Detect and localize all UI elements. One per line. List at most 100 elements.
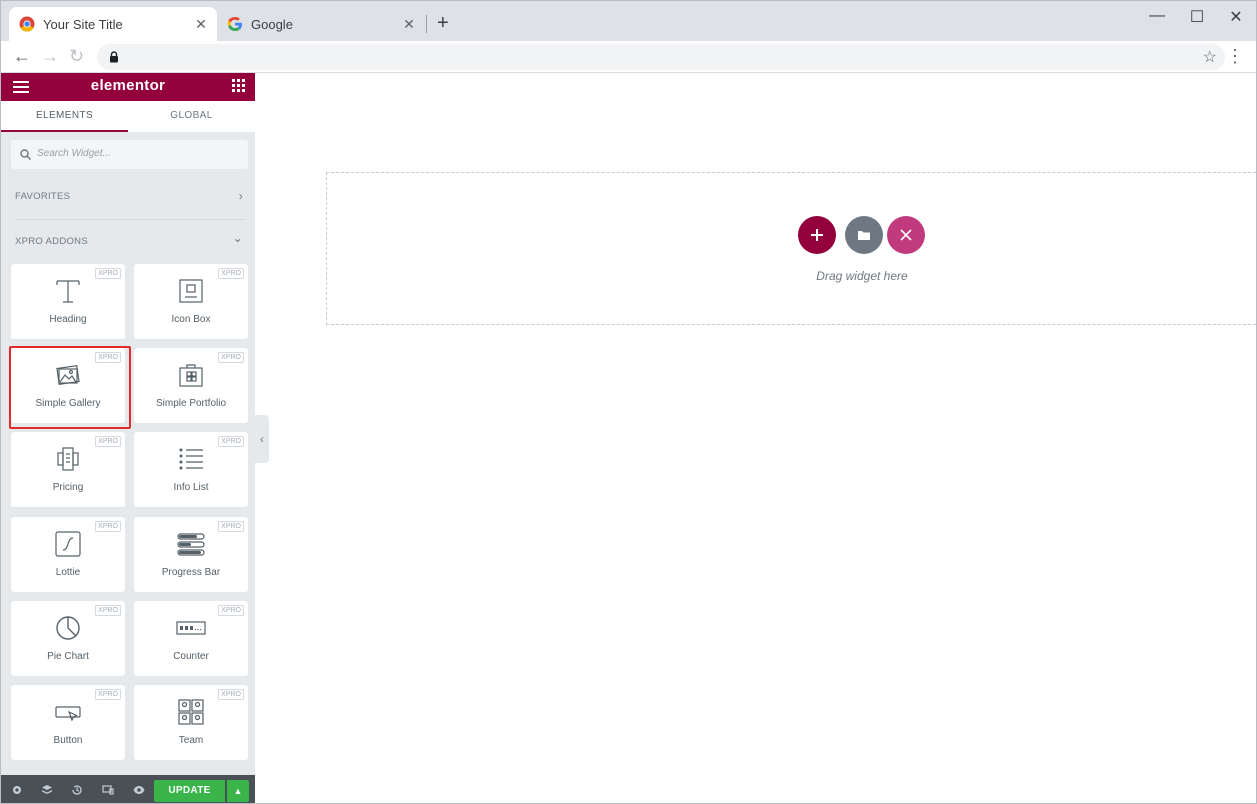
portfolio-icon [179,364,203,387]
browser-window: Your Site Title ✕ Google ✕ + — ☐ ✕ ← → ↻ [0,0,1257,804]
elementor-panel: elementor ELEMENTS GLOBAL Search Widget.… [1,73,255,803]
category-label: XPRO ADDONS [15,236,88,247]
widget-heading[interactable]: XPRO Heading [11,264,125,339]
close-window-button[interactable]: ✕ [1226,7,1246,27]
progress-bar-icon [177,533,205,556]
tab-elements[interactable]: ELEMENTS [1,101,128,132]
tab-strip: Your Site Title ✕ Google ✕ + — ☐ ✕ [1,1,1256,41]
update-button[interactable]: UPDATE [154,780,225,802]
plus-icon [811,229,823,241]
team-icon [178,699,204,725]
widget-label: Info List [173,482,209,493]
tab-your-site-title[interactable]: Your Site Title ✕ [9,7,217,41]
xpro-badge: XPRO [218,521,244,532]
elementor-logo: elementor [90,77,166,94]
reload-button[interactable]: ↻ [69,46,84,66]
widget-pricing[interactable]: XPRO Pricing [11,432,125,507]
widget-icon-box[interactable]: XPRO Icon Box [134,264,248,339]
tab-close-icon[interactable]: ✕ [191,16,211,33]
xpro-templates-button[interactable] [887,216,925,254]
heading-icon [56,280,80,303]
xpro-badge: XPRO [95,689,121,700]
widget-label: Counter [173,651,209,662]
history-icon[interactable] [71,784,83,796]
xpro-badge: XPRO [95,268,121,279]
collapse-panel-chevron-left-icon[interactable]: ‹ [255,415,269,463]
counter-icon [176,621,206,635]
widget-label: Heading [49,314,87,325]
widget-label: Icon Box [171,314,211,325]
xpro-badge: XPRO [218,605,244,616]
search-widget-input[interactable]: Search Widget... [11,140,248,169]
lottie-icon [55,531,81,557]
tab-global[interactable]: GLOBAL [128,101,255,132]
empty-section-dropzone[interactable]: Drag widget here [326,172,1256,325]
search-icon [20,149,31,160]
tab-separator [426,15,427,33]
address-bar[interactable]: ☆ [97,44,1225,70]
search-placeholder: Search Widget... [37,148,111,159]
divider [15,219,245,220]
widget-lottie[interactable]: XPRO Lottie [11,517,125,592]
chevron-right-icon: › [238,189,243,203]
maximize-button[interactable]: ☐ [1187,7,1207,27]
widget-simple-gallery[interactable]: XPRO Simple Gallery [9,346,131,429]
category-xpro-addons[interactable]: XPRO ADDONS ⌄ [15,231,245,247]
xpro-badge: XPRO [95,352,121,363]
xpro-badge: XPRO [218,436,244,447]
tab-close-icon[interactable]: ✕ [399,16,419,33]
xpro-badge: XPRO [95,605,121,616]
chrome-icon [19,16,35,32]
update-options-chevron-up-icon[interactable]: ▲ [227,780,249,802]
bookmark-star-icon[interactable]: ☆ [1203,47,1217,67]
preview-eye-icon[interactable] [133,784,145,796]
icon-box-icon [179,279,203,303]
gallery-icon [56,365,80,385]
widget-label: Button [53,735,83,746]
chevron-down-icon: ⌄ [232,231,243,245]
panel-footer: UPDATE ▲ [1,775,255,803]
widget-label: Pricing [52,482,84,493]
minimize-button[interactable]: — [1147,7,1167,25]
category-label: FAVORITES [15,191,71,202]
info-list-icon [179,448,203,470]
google-icon [227,17,242,31]
xpro-badge: XPRO [218,352,244,363]
add-section-button[interactable] [798,216,836,254]
pricing-icon [57,447,79,471]
forward-button[interactable]: → [41,46,59,66]
widget-simple-portfolio[interactable]: XPRO Simple Portfolio [134,348,248,423]
widget-label: Progress Bar [161,567,221,578]
new-tab-button[interactable]: + [437,13,449,33]
widget-team[interactable]: XPRO Team [134,685,248,760]
xpro-badge: XPRO [218,689,244,700]
xpro-badge: XPRO [218,268,244,279]
back-button[interactable]: ← [13,46,31,66]
widget-progress-bar[interactable]: XPRO Progress Bar [134,517,248,592]
category-favorites[interactable]: FAVORITES › [15,189,245,203]
widget-label: Lottie [55,567,81,578]
widgets-grid-icon[interactable] [232,79,245,92]
tab-google[interactable]: Google ✕ [217,7,425,41]
browser-toolbar: ← → ↻ ☆ ⋮ [1,41,1256,73]
tab-title: Google [251,16,293,32]
panel-header: elementor [1,73,255,101]
settings-icon[interactable] [11,784,23,796]
drag-widget-hint: Drag widget here [816,269,908,283]
xpro-badge: XPRO [95,436,121,447]
widget-pie-chart[interactable]: XPRO Pie Chart [11,601,125,676]
widget-label: Simple Gallery [35,398,101,409]
widget-counter[interactable]: XPRO Counter [134,601,248,676]
panel-tabs: ELEMENTS GLOBAL [1,101,255,132]
widget-button[interactable]: XPRO Button [11,685,125,760]
button-icon [55,706,81,722]
responsive-icon[interactable] [102,784,114,796]
pie-chart-icon [56,616,80,640]
widget-info-list[interactable]: XPRO Info List [134,432,248,507]
xpro-logo-icon [900,229,912,241]
add-template-button[interactable] [845,216,883,254]
xpro-badge: XPRO [95,521,121,532]
browser-menu-button[interactable]: ⋮ [1226,46,1244,66]
navigator-icon[interactable] [41,784,53,796]
widget-label: Simple Portfolio [155,398,227,409]
